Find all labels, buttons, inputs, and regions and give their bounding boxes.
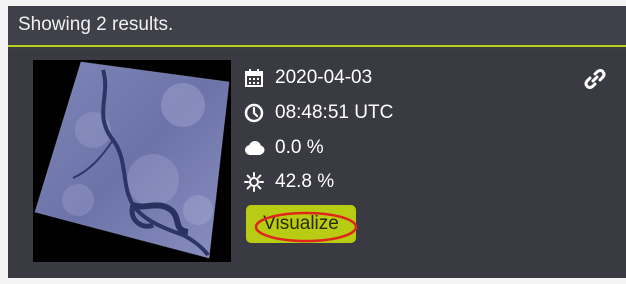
- results-header: Showing 2 results.: [8, 6, 626, 44]
- link-icon[interactable]: [584, 68, 606, 90]
- result-card[interactable]: 2020-04-03 08:48:51 UTC 0.0 % 42.8 % Vis…: [8, 50, 626, 278]
- cloud-icon: [243, 137, 265, 159]
- results-panel: Showing 2 results. 2020-04-03 08:48:51 U…: [8, 6, 626, 278]
- sun-elevation-row: 42.8 %: [243, 170, 334, 194]
- acquisition-date: 2020-04-03: [275, 67, 373, 88]
- sun-elevation-value: 42.8 %: [275, 171, 335, 192]
- sun-icon: [243, 171, 265, 193]
- cloud-cover-row: 0.0 %: [243, 136, 324, 160]
- visualize-button[interactable]: Visualize: [246, 205, 356, 243]
- scene-thumbnail[interactable]: [33, 60, 231, 262]
- cloud-cover-value: 0.0 %: [275, 137, 324, 158]
- results-count-text: Showing 2 results.: [18, 14, 174, 35]
- acquisition-date-row: 2020-04-03: [243, 66, 372, 90]
- header-accent-divider: [8, 45, 626, 47]
- results-frame: Showing 2 results. 2020-04-03 08:48:51 U…: [0, 0, 626, 284]
- satellite-image: [33, 60, 231, 262]
- acquisition-time: 08:48:51 UTC: [275, 102, 394, 123]
- calendar-icon: [243, 67, 265, 89]
- clock-icon: [243, 102, 265, 124]
- acquisition-time-row: 08:48:51 UTC: [243, 101, 393, 125]
